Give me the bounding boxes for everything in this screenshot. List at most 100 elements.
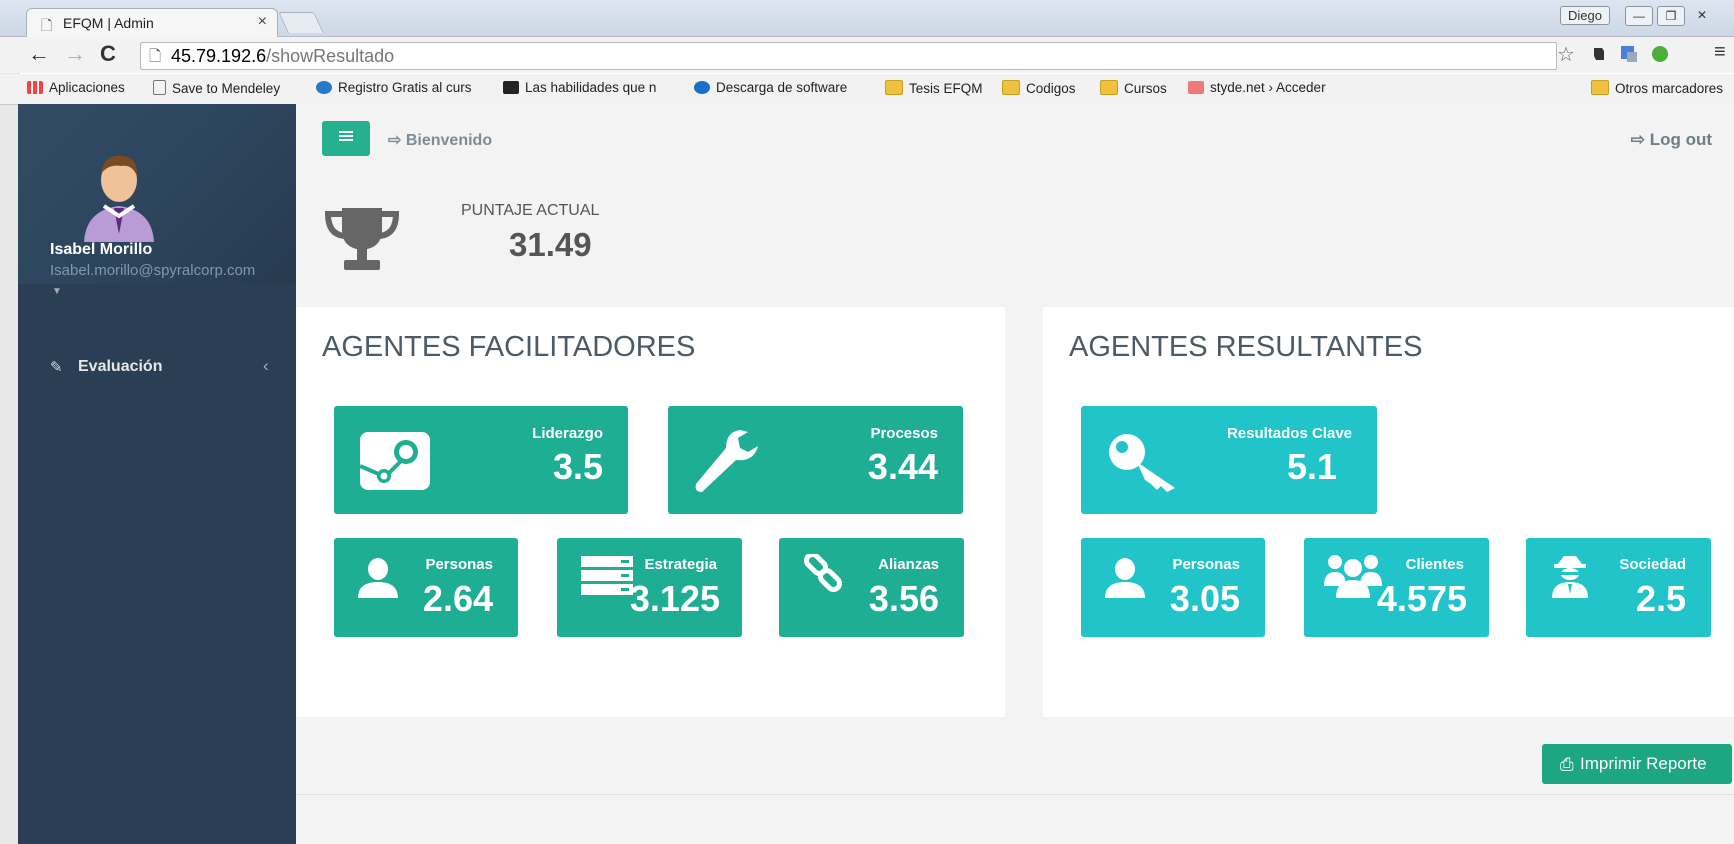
maximize-button[interactable]: ❐ xyxy=(1657,6,1685,26)
logout-label: Log out xyxy=(1649,130,1712,149)
tile-value: 3.56 xyxy=(868,578,939,619)
profile-button[interactable]: Diego xyxy=(1560,6,1610,25)
bookmark-registro[interactable]: Registro Gratis al curs xyxy=(316,80,472,95)
sidebar-item-label: Evaluación xyxy=(78,358,163,375)
user-secret-icon xyxy=(1552,556,1588,598)
browser-tab[interactable]: 🗋 EFQM | Admin × xyxy=(26,8,278,37)
tile-procesos: Procesos 3.44 xyxy=(668,406,963,514)
avatar xyxy=(84,155,154,242)
bookmark-descarga[interactable]: Descarga de software xyxy=(694,80,847,95)
reload-icon[interactable]: C xyxy=(100,41,116,67)
tile-label: Sociedad xyxy=(1619,556,1686,573)
panel-title: AGENTES RESULTANTES xyxy=(1069,331,1423,363)
panel-facilitadores: AGENTES FACILITADORES Liderazgo 3.5 Proc… xyxy=(296,307,1005,717)
folder-icon xyxy=(885,80,903,95)
bookmark-label: Descarga de software xyxy=(716,80,848,95)
profile-header: Isabel Morillo Isabel.morillo@spyralcorp… xyxy=(18,104,296,297)
url-host: 45.79.192.6 xyxy=(171,46,267,66)
bookmark-tesis[interactable]: Tesis EFQM xyxy=(885,80,983,96)
minimize-button[interactable]: — xyxy=(1625,6,1653,26)
key-icon xyxy=(1109,434,1175,492)
tile-value: 3.44 xyxy=(867,446,938,487)
tile-value: 2.5 xyxy=(1635,578,1686,619)
bookmark-label: styde.net › Acceder xyxy=(1210,80,1326,95)
bookmark-styde[interactable]: styde.net › Acceder xyxy=(1188,80,1326,95)
panel-resultantes: AGENTES RESULTANTES Resultados Clave 5.1… xyxy=(1043,307,1734,717)
edit-icon: ✎ xyxy=(50,359,63,376)
bookmark-star-icon[interactable]: ☆ xyxy=(1557,42,1575,67)
user-email: Isabel.morillo@spyralcorp.com xyxy=(50,262,256,279)
tile-alianzas: Alianzas 3.56 xyxy=(779,538,964,637)
tile-label: Personas xyxy=(425,556,493,573)
bookmarks-bar: Aplicaciones Save to Mendeley Registro G… xyxy=(0,74,1734,105)
print-label: Imprimir Reporte xyxy=(1580,754,1707,773)
tile-label: Liderazgo xyxy=(532,425,603,442)
extension-green-icon[interactable] xyxy=(1651,45,1669,63)
bookmark-habilidades[interactable]: Las habilidades que n xyxy=(503,80,656,95)
page-icon xyxy=(153,80,166,95)
print-report-button[interactable]: ⎙ Imprimir Reporte xyxy=(1542,744,1732,784)
link-icon xyxy=(803,554,843,593)
folder-icon xyxy=(1591,80,1609,95)
score-label: PUNTAJE ACTUAL xyxy=(461,202,600,219)
bookmark-codigos[interactable]: Codigos xyxy=(1002,80,1076,96)
tile-estrategia: Estrategia 3.125 xyxy=(557,538,742,637)
folder-icon xyxy=(1100,80,1118,95)
bookmark-label: Registro Gratis al curs xyxy=(338,80,472,95)
bookmark-label: Las habilidades que n xyxy=(525,80,657,95)
bookmark-label: Codigos xyxy=(1026,81,1076,96)
tile-sociedad: Sociedad 2.5 xyxy=(1526,538,1711,637)
print-icon: ⎙ xyxy=(1560,755,1574,774)
menu-toggle-button[interactable] xyxy=(322,121,370,156)
tile-label: Personas xyxy=(1172,556,1240,573)
apps-grid-icon xyxy=(27,81,43,94)
close-tab-icon[interactable]: × xyxy=(258,13,267,31)
hamburger-icon xyxy=(339,135,353,137)
wrench-icon xyxy=(695,430,758,492)
tile-value: 5.1 xyxy=(1286,446,1337,487)
close-window-button[interactable]: ✕ xyxy=(1689,6,1715,24)
new-tab-button[interactable] xyxy=(278,12,324,33)
bookmark-label: Otros marcadores xyxy=(1615,81,1724,96)
page-icon: 🗋 xyxy=(41,17,53,33)
footer-divider xyxy=(296,794,1734,795)
tile-value: 3.5 xyxy=(552,446,603,487)
folder-icon xyxy=(1002,80,1020,95)
evernote-icon[interactable] xyxy=(1590,45,1608,63)
tile-value: 3.125 xyxy=(629,578,720,619)
translate-icon[interactable] xyxy=(1620,45,1638,63)
bookmark-label: Tesis EFQM xyxy=(909,81,983,96)
url-text: 45.79.192.6/showResultado xyxy=(171,46,394,67)
bookmark-cursos[interactable]: Cursos xyxy=(1100,80,1167,96)
main-content: ⇨ Bienvenido ⇨ Log out PUNTAJE ACTUAL 31… xyxy=(296,104,1734,844)
bookmark-apps[interactable]: Aplicaciones xyxy=(27,80,125,95)
bookmark-otros[interactable]: Otros marcadores xyxy=(1591,80,1723,96)
forward-icon[interactable]: → xyxy=(64,41,86,67)
sidebar: Isabel Morillo Isabel.morillo@spyralcorp… xyxy=(18,104,296,844)
score-value: 31.49 xyxy=(509,226,592,263)
url-input[interactable]: 🗋 45.79.192.6/showResultado xyxy=(140,42,1557,70)
styde-logo-icon xyxy=(1188,81,1204,94)
logout-link[interactable]: ⇨ Log out xyxy=(1631,130,1712,150)
browser-chrome: 🗋 EFQM | Admin × Diego — ❐ ✕ ← → C 🗋 45.… xyxy=(0,0,1734,105)
tile-resultados-clave: Resultados Clave 5.1 xyxy=(1081,406,1377,514)
tile-label: Procesos xyxy=(870,425,938,442)
sidebar-item-evaluacion[interactable]: ✎ Evaluación ‹ xyxy=(18,354,296,386)
tile-label: Clientes xyxy=(1405,556,1464,573)
welcome-link[interactable]: ⇨ Bienvenido xyxy=(388,130,492,150)
back-icon[interactable]: ← xyxy=(28,41,50,67)
sign-out-icon: ⇨ xyxy=(1630,130,1650,149)
panel-title: AGENTES FACILITADORES xyxy=(322,331,696,363)
tile-label: Resultados Clave xyxy=(1226,425,1352,442)
tile-personas-resultado: Personas 3.05 xyxy=(1081,538,1265,637)
welcome-label: Bienvenido xyxy=(405,132,493,149)
sign-in-icon: ⇨ xyxy=(388,132,406,149)
bookmark-mendeley[interactable]: Save to Mendeley xyxy=(153,80,280,96)
bookmark-label: Cursos xyxy=(1124,81,1167,96)
trophy-icon xyxy=(324,208,400,270)
menu-icon[interactable]: ≡ xyxy=(1714,41,1726,64)
chevron-left-icon: ‹ xyxy=(263,356,269,375)
user-name: Isabel Morillo xyxy=(50,241,153,258)
hp-logo-icon xyxy=(694,81,710,94)
caret-down-icon[interactable]: ▼ xyxy=(52,286,62,297)
